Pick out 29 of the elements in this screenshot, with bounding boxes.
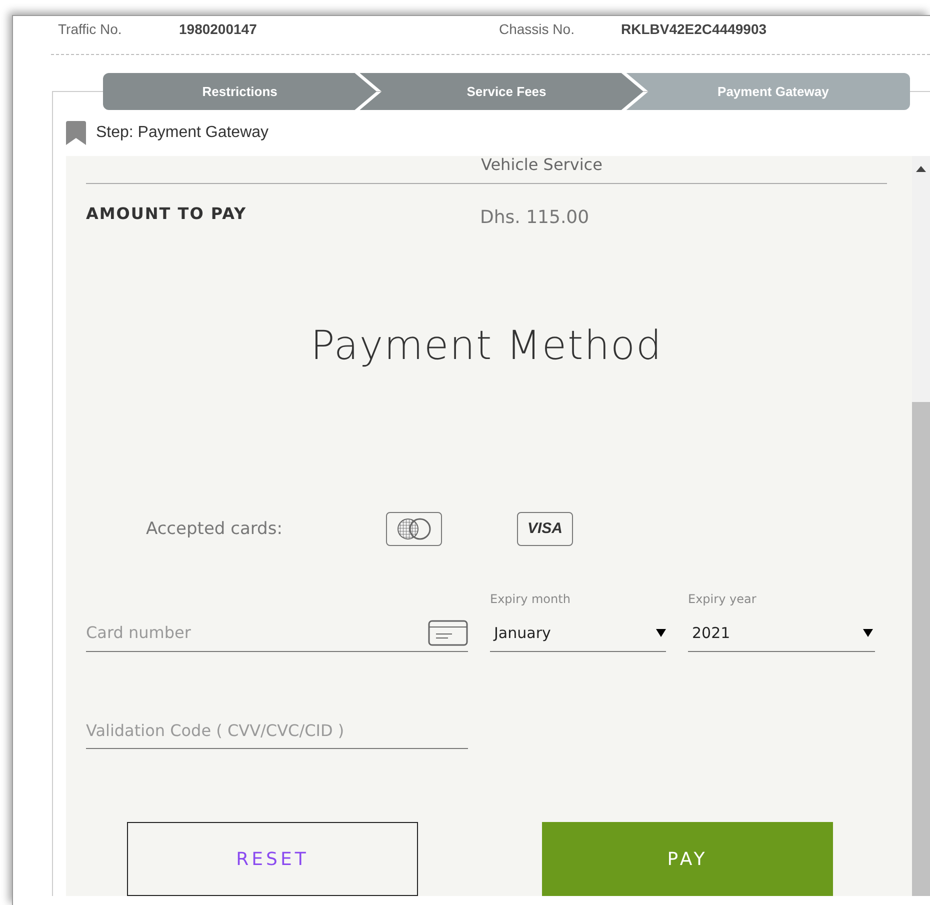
visa-card-logo: VISA (517, 512, 573, 546)
section-title: Payment Method (310, 322, 662, 371)
step-tab[interactable]: Service Fees (360, 73, 644, 110)
step-tab[interactable]: Payment Gateway (626, 73, 910, 110)
field-label: Traffic No. (58, 21, 123, 39)
expiry-month-dropdown[interactable]: January (490, 614, 666, 652)
scrollbar-thumb[interactable] (912, 402, 930, 896)
pay-button[interactable]: PAY (542, 822, 833, 896)
reset-button[interactable]: RESET (127, 822, 418, 896)
cvv-field[interactable]: Validation Code ( CVV/CVC/CID ) (86, 712, 468, 749)
expiry-year-dropdown[interactable]: 2021 (688, 614, 875, 652)
dropdown-arrow-icon (863, 628, 873, 637)
field-value: RKLBV42E2C4449903 (621, 21, 768, 39)
card-logo-icon (386, 512, 442, 546)
field-label: Expiry year (688, 592, 758, 606)
scroll-up-arrow-icon[interactable] (916, 166, 926, 172)
card-number-field[interactable]: Card number (86, 614, 468, 652)
step-caption: Step: Payment Gateway (96, 124, 269, 142)
field-label: Expiry month (490, 592, 572, 606)
accepted-cards-label: Accepted cards: (145, 518, 284, 539)
service-name: Vehicle Service (86, 156, 887, 184)
amount-value: Dhs. 115.00 (480, 206, 590, 230)
field-value: 1980200147 (179, 21, 258, 39)
amount-label: AMOUNT TO PAY (86, 204, 248, 226)
step-tab[interactable]: Restrictions (103, 73, 377, 110)
bookmark-icon (66, 121, 86, 145)
field-label: Chassis No. (499, 21, 576, 39)
credit-card-icon (428, 620, 468, 646)
dropdown-arrow-icon (656, 628, 666, 637)
